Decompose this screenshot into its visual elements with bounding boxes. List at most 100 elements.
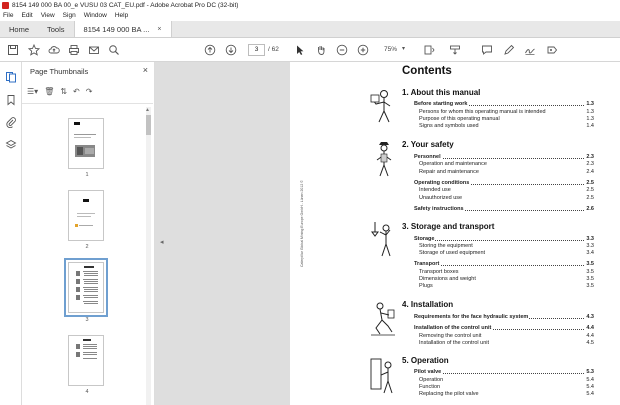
previous-page-icon[interactable] [203, 43, 217, 57]
thumbnail-options-bar: ☰▾ 🗑 ⇅ ↶ ↷ [27, 85, 92, 97]
toc-entry[interactable]: Installation of the control unit 4.5 [419, 340, 594, 347]
comment-icon[interactable] [480, 43, 494, 57]
toc-entry[interactable]: Storing the equipment 3.3 [419, 243, 594, 250]
share-icon[interactable] [545, 43, 559, 57]
tab-tools[interactable]: Tools [38, 21, 74, 37]
toc-entry[interactable]: Persons for whom this operating manual i… [419, 109, 594, 116]
thumbnails-scrollbar-thumb[interactable] [146, 115, 151, 135]
thumbnail-page-2[interactable] [68, 190, 104, 241]
tab-home[interactable]: Home [0, 21, 38, 37]
toc-entry[interactable]: Signs and symbols used 1.4 [419, 123, 594, 130]
tab-document[interactable]: 8154 149 000 BA ... × [73, 21, 172, 37]
close-tab-icon[interactable]: × [157, 26, 161, 33]
menu-help[interactable]: Help [115, 12, 128, 19]
page-fit-icon[interactable] [422, 43, 436, 57]
tab-tools-label: Tools [47, 24, 65, 34]
toc-entry[interactable]: Pilot valve 5.3 [414, 369, 594, 376]
toc-entry[interactable]: Purpose of this operating manual 1.3 [419, 116, 594, 123]
toc-entry[interactable]: Dimensions and weight 3.5 [419, 276, 594, 283]
menu-sign[interactable]: Sign [63, 12, 76, 19]
document-page: Caterpillar Global Mining Europe GmbH - … [290, 62, 620, 405]
menu-bar: File Edit View Sign Window Help [0, 10, 620, 21]
toc-entry[interactable]: Before starting work 1.3 [414, 101, 594, 108]
menu-file[interactable]: File [3, 12, 13, 19]
zoom-dropdown-icon[interactable]: ▾ [402, 45, 405, 52]
menu-window[interactable]: Window [84, 12, 107, 19]
toc-entry[interactable]: Plugs 3.5 [419, 283, 594, 290]
toc-entry[interactable]: Personnel 2.3 [414, 154, 594, 161]
menu-view[interactable]: View [41, 12, 55, 19]
insert-pages-icon[interactable]: ⇅ [60, 87, 67, 96]
toc-entry[interactable]: Replacing the pilot valve 5.4 [419, 391, 594, 398]
window-title: 8154 149 000 BA 00_e VUSU 03 CAT_EU.pdf … [12, 1, 239, 9]
close-panel-icon[interactable]: × [143, 65, 148, 75]
section-heading: 3. Storage and transport [402, 222, 495, 231]
toc-entry[interactable]: Operating conditions 2.5 [414, 180, 594, 187]
thumbnail-number: 3 [85, 317, 89, 323]
bookmarks-icon[interactable] [5, 94, 17, 106]
toc-entry[interactable]: Operation and maintenance 2.3 [419, 161, 594, 168]
contents-heading: Contents [402, 65, 452, 77]
toc-entry[interactable]: Repair and maintenance 2.4 [419, 169, 594, 176]
scroll-mode-icon[interactable] [448, 43, 462, 57]
collapse-panel-icon[interactable]: ◂ [160, 238, 164, 246]
layers-icon[interactable] [5, 139, 17, 151]
title-bar: 8154 149 000 BA 00_e VUSU 03 CAT_EU.pdf … [0, 0, 620, 10]
toc-entry[interactable]: Safety instructions 2.6 [414, 206, 594, 213]
page-total: / 62 [268, 46, 279, 53]
page-thumbnails-icon[interactable] [5, 71, 17, 83]
attachments-icon[interactable] [5, 116, 17, 129]
zoom-out-icon[interactable] [335, 43, 349, 57]
zoom-level[interactable]: 75% [384, 46, 397, 53]
toc-entry[interactable]: Requirements for the face hydraulic syst… [414, 314, 594, 321]
page-number-input[interactable]: 3 [248, 44, 265, 56]
operation-figure-icon [368, 357, 398, 397]
toc-entry[interactable]: Storage of used equipment 3.4 [419, 250, 594, 257]
thumbnail-number: 2 [85, 244, 89, 250]
thumbnail-page-3[interactable] [64, 258, 108, 317]
toc-entry[interactable]: Installation of the control unit 4.4 [414, 325, 594, 332]
upload-cloud-icon[interactable] [47, 43, 61, 57]
options-menu-icon[interactable]: ☰▾ [27, 87, 38, 96]
menu-edit[interactable]: Edit [21, 12, 32, 19]
next-page-icon[interactable] [224, 43, 238, 57]
section-heading: 1. About this manual [402, 88, 481, 97]
toc-entry[interactable]: Transport boxes 3.5 [419, 269, 594, 276]
safety-worker-figure-icon [368, 139, 398, 179]
delete-page-icon[interactable]: 🗑 [44, 87, 54, 96]
thumbnails-title: Page Thumbnails [30, 67, 89, 76]
print-icon[interactable] [67, 43, 81, 57]
zoom-in-icon[interactable] [356, 43, 370, 57]
toc-entry[interactable]: Transport 3.5 [414, 261, 594, 268]
thumbnail-page-1[interactable] [68, 118, 104, 169]
installation-figure-icon [368, 298, 398, 338]
page-side-text: Caterpillar Global Mining Europe GmbH - … [300, 180, 304, 267]
hand-tool-icon[interactable] [314, 43, 328, 57]
crane-transport-figure-icon [368, 220, 398, 260]
pen-icon[interactable] [502, 43, 516, 57]
toc-entry[interactable]: Storage 3.3 [414, 236, 594, 243]
section-heading: 4. Installation [402, 300, 454, 309]
toc-entry[interactable]: Unauthorized use 2.5 [419, 195, 594, 202]
tab-bar: Home Tools 8154 149 000 BA ... × [0, 21, 620, 38]
rotate-left-icon[interactable]: ↶ [73, 87, 80, 96]
toc-entry[interactable]: Removing the control unit 4.4 [419, 333, 594, 340]
sign-icon[interactable] [523, 43, 537, 57]
toc-entry[interactable]: Operation 5.4 [419, 377, 594, 384]
thumbnails-scrollbar[interactable] [146, 107, 151, 405]
save-icon[interactable] [6, 43, 20, 57]
search-icon[interactable] [107, 43, 121, 57]
panel-divider [22, 103, 153, 104]
section-heading: 5. Operation [402, 356, 449, 365]
thumbnail-number: 1 [85, 172, 89, 178]
tab-document-label: 8154 149 000 BA ... [83, 24, 150, 34]
tab-home-label: Home [9, 24, 30, 34]
bookmark-star-icon[interactable] [27, 43, 41, 57]
toc-entry[interactable]: Function 5.4 [419, 384, 594, 391]
toc-entry[interactable]: Intended use 2.5 [419, 187, 594, 194]
select-cursor-icon[interactable] [293, 43, 307, 57]
rotate-right-icon[interactable]: ↷ [86, 87, 93, 96]
scroll-up-icon[interactable]: ▲ [145, 107, 150, 113]
envelope-icon[interactable] [87, 43, 101, 57]
thumbnail-page-4[interactable] [68, 335, 104, 386]
